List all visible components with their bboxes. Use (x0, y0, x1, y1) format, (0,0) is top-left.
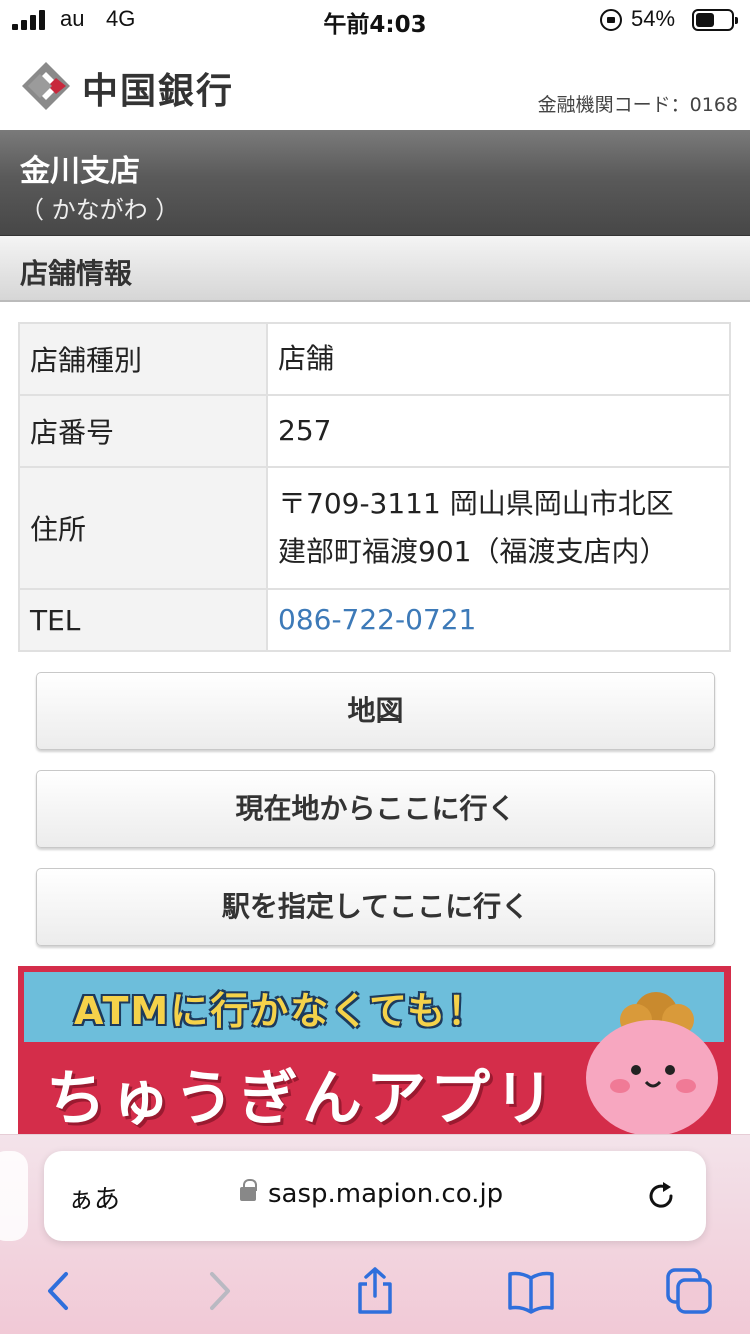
page: au 4G 午前4:03 54% 中国銀行 金融機関コード：0168 金川支店 … (0, 0, 750, 1334)
phone-link[interactable]: 086-722-0721 (266, 588, 731, 652)
row-label: 店舗種別 (18, 322, 268, 396)
battery-fill (696, 13, 715, 27)
app-banner[interactable]: ATMに行かなくても！ ちゅうぎんアプリ (18, 966, 731, 1136)
address-bar[interactable]: ぁあ sasp.mapion.co.jp (44, 1151, 706, 1241)
share-icon[interactable] (350, 1266, 400, 1316)
rotation-lock-icon (600, 9, 622, 31)
status-bar: au 4G 午前4:03 54% (0, 0, 750, 40)
reload-icon[interactable] (644, 1179, 678, 1213)
site-header: 中国銀行 金融機関コード：0168 (0, 40, 750, 130)
bank-logo-icon[interactable] (20, 60, 72, 112)
table-row: 店番号 257 (18, 394, 731, 468)
address-line-1: 〒709-3111 岡山県岡山市北区 (278, 487, 674, 520)
bank-name[interactable]: 中国銀行 (82, 62, 234, 114)
table-row: 住所 〒709-3111 岡山県岡山市北区 建部町福渡901（福渡支店内） (18, 466, 731, 590)
tabs-icon[interactable] (664, 1266, 714, 1316)
previous-tab-peek[interactable] (0, 1151, 28, 1241)
row-label: 住所 (18, 466, 268, 590)
battery-percent: 54% (631, 6, 676, 31)
url-text[interactable]: sasp.mapion.co.jp (268, 1179, 503, 1209)
battery-icon (692, 9, 738, 31)
back-icon[interactable] (34, 1266, 84, 1316)
address-value: 〒709-3111 岡山県岡山市北区 建部町福渡901（福渡支店内） (266, 466, 731, 590)
row-label: 店番号 (18, 394, 268, 468)
mascot-illustration (586, 992, 718, 1136)
route-from-current-button[interactable]: 現在地からここに行く (36, 770, 715, 848)
lock-icon (240, 1179, 257, 1201)
section-header: 店舗情報 (0, 236, 750, 302)
institution-code: 金融機関コード：0168 (537, 94, 738, 116)
branch-name: 金川支店 (20, 154, 140, 189)
map-button[interactable]: 地図 (36, 672, 715, 750)
text-size-button[interactable]: ぁあ (68, 1179, 120, 1216)
table-row: TEL 086-722-0721 (18, 588, 731, 652)
row-value: 店舗 (266, 322, 731, 396)
branch-kana: （ かながわ ） (20, 196, 180, 224)
banner-catchphrase: ATMに行かなくても！ (74, 989, 488, 1033)
banner-app-name: ちゅうぎんアプリ (46, 1064, 558, 1134)
address-line-2: 建部町福渡901（福渡支店内） (278, 535, 668, 568)
row-value: 257 (266, 394, 731, 468)
section-title: 店舗情報 (20, 257, 133, 290)
store-info-table: 店舗種別 店舗 店番号 257 住所 〒709-3111 岡山県岡山市北区 建部… (18, 322, 731, 652)
bookmarks-icon[interactable] (506, 1266, 556, 1316)
branch-title-bar: 金川支店 （ かながわ ） (0, 130, 750, 236)
table-row: 店舗種別 店舗 (18, 322, 731, 396)
row-label: TEL (18, 588, 268, 652)
route-from-station-button[interactable]: 駅を指定してここに行く (36, 868, 715, 946)
forward-icon[interactable] (194, 1266, 244, 1316)
